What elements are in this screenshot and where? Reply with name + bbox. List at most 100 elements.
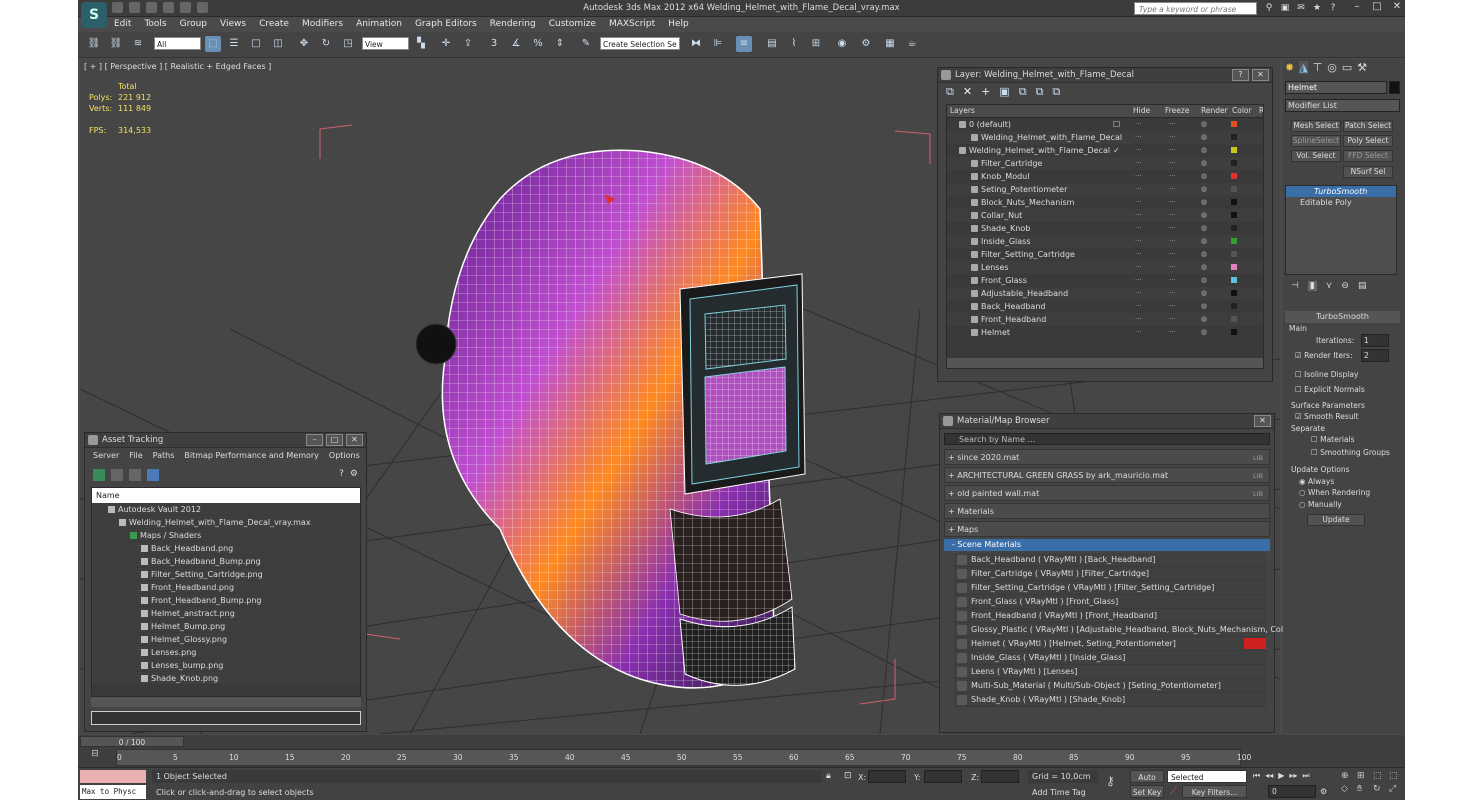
layer-hide-toggle[interactable]: ··· — [1135, 300, 1142, 313]
add-to-layer-icon[interactable]: + — [981, 85, 990, 99]
curve-editor-icon[interactable]: ⌇ — [786, 36, 802, 52]
layer-color-swatch[interactable] — [1231, 251, 1237, 257]
z-coord-field[interactable] — [981, 770, 1019, 783]
layer-row[interactable]: Front_Headband ··· ··· ◍ — [947, 313, 1263, 326]
material-row[interactable]: Front_Headband ( VRayMtl ) [Front_Headba… — [954, 609, 1266, 623]
layer-col-color[interactable]: Color — [1232, 106, 1252, 115]
material-row[interactable]: Multi-Sub_Material ( Multi/Sub-Object ) … — [954, 679, 1266, 693]
link-icon[interactable]: ⛓ — [86, 36, 102, 52]
select-objects-icon[interactable]: ▣ — [999, 85, 1009, 99]
favorites-icon[interactable]: ★ — [1311, 2, 1323, 14]
layer-row[interactable]: Knob_Modul ··· ··· ◍ — [947, 170, 1263, 183]
layer-render-toggle[interactable]: ◍ — [1201, 131, 1207, 144]
menu-tools[interactable]: Tools — [144, 17, 166, 31]
add-time-tag[interactable]: Add Time Tag — [1018, 786, 1098, 799]
material-search-input[interactable]: Search by Name ... — [944, 433, 1270, 445]
search-input[interactable]: Type a keyword or phrase — [1134, 2, 1257, 15]
bind-spacewarp-icon[interactable]: ≋ — [130, 36, 146, 52]
manually-radio[interactable]: ○ Manually — [1299, 500, 1342, 509]
vault-icon[interactable] — [93, 469, 105, 481]
asset-row[interactable]: Front_Headband_Bump.png — [92, 594, 360, 607]
layer-render-toggle[interactable]: ◍ — [1201, 196, 1207, 209]
lock-selection-icon[interactable]: 🔒︎ — [826, 771, 831, 781]
keyboard-shortcut-icon[interactable]: ⇪ — [460, 36, 476, 52]
menu-customize[interactable]: Customize — [549, 17, 596, 31]
layer-render-toggle[interactable]: ◍ — [1201, 183, 1207, 196]
material-row[interactable]: Filter_Setting_Cartridge ( VRayMtl ) [Fi… — [954, 581, 1266, 595]
scale-icon[interactable]: ◳ — [340, 36, 356, 52]
close-button[interactable]: ✕ — [1391, 1, 1403, 12]
layer-row[interactable]: Welding_Helmet_with_Flame_Decal ··· ··· ◍ ✓ — [947, 144, 1263, 157]
object-name-field[interactable]: Helmet — [1285, 81, 1387, 94]
layer-render-toggle[interactable]: ◍ — [1201, 209, 1207, 222]
make-unique-icon[interactable]: ⋎ — [1326, 281, 1333, 291]
asset-row[interactable]: Autodesk Vault 2012 — [92, 503, 360, 516]
always-radio[interactable]: ◉ Always — [1299, 477, 1334, 486]
asset-hscrollbar[interactable] — [91, 697, 361, 707]
freeze-all-icon[interactable]: ⧉ — [1052, 85, 1060, 99]
render-iters-spinner[interactable]: 2 — [1361, 349, 1389, 362]
asset-name-header[interactable]: Name — [92, 488, 360, 503]
layer-freeze-toggle[interactable]: ··· — [1169, 196, 1176, 209]
orbit-icon[interactable]: ↻ — [1373, 784, 1386, 794]
layer-row[interactable]: Block_Nuts_Mechanism ··· ··· ◍ — [947, 196, 1263, 209]
scene-materials-header[interactable]: - Scene Materials — [944, 539, 1270, 551]
asset-row[interactable]: Maps / Shaders — [92, 529, 360, 542]
zoom-icon[interactable]: ⊕ — [1341, 771, 1354, 781]
spline-select-button[interactable]: SplineSelect — [1291, 135, 1341, 147]
layer-current-toggle[interactable]: ☐ — [1113, 118, 1120, 131]
pivot-center-icon[interactable]: ▚ — [413, 36, 429, 52]
subscription-icon[interactable]: ▣ — [1279, 2, 1291, 14]
maximize-viewport-icon[interactable]: ⤢ — [1389, 784, 1402, 794]
viewport-label[interactable]: [ + ] [ Perspective ] [ Realistic + Edge… — [84, 62, 271, 71]
pan-icon[interactable]: ✋︎ — [1357, 784, 1370, 794]
time-config-icon[interactable]: ⚙ — [1320, 787, 1327, 796]
layer-hide-toggle[interactable]: ··· — [1135, 144, 1142, 157]
create-tab-icon[interactable]: ✸ — [1285, 61, 1294, 74]
material-row[interactable]: Helmet ( VRayMtl ) [Helmet, Seting_Poten… — [954, 637, 1266, 651]
asset-row[interactable]: Helmet_Glossy.png — [92, 633, 360, 646]
current-frame-field[interactable]: 0 — [1268, 785, 1316, 798]
delete-layer-icon[interactable]: ✕ — [963, 85, 972, 99]
layer-render-toggle[interactable]: ◍ — [1201, 274, 1207, 287]
update-button[interactable]: Update — [1307, 514, 1365, 526]
material-row[interactable]: Front_Glass ( VRayMtl ) [Front_Glass] — [954, 595, 1266, 609]
layer-hide-toggle[interactable]: ··· — [1135, 157, 1142, 170]
layer-color-swatch[interactable] — [1231, 134, 1237, 140]
layer-freeze-toggle[interactable]: ··· — [1169, 261, 1176, 274]
y-coord-field[interactable] — [924, 770, 962, 783]
asset-maximize-button[interactable]: □ — [326, 434, 343, 446]
asset-row[interactable]: Front_Headband.png — [92, 581, 360, 594]
menu-rendering[interactable]: Rendering — [490, 17, 536, 31]
layer-row[interactable]: Filter_Setting_Cartridge ··· ··· ◍ — [947, 248, 1263, 261]
graphite-tools-icon[interactable]: ▤ — [764, 36, 780, 52]
when-rendering-radio[interactable]: ○ When Rendering — [1299, 488, 1370, 497]
key-filters-button[interactable]: Key Filters... — [1182, 785, 1247, 798]
asset-row[interactable]: Lenses.png — [92, 646, 360, 659]
layer-hide-toggle[interactable]: ··· — [1135, 313, 1142, 326]
timeline-track[interactable]: 0 5 10 15 20 25 30 35 40 45 50 55 60 65 70 75 80 85 90 95 10… — [116, 749, 1251, 766]
layer-color-swatch[interactable] — [1231, 121, 1237, 127]
layer-color-swatch[interactable] — [1231, 212, 1237, 218]
menu-group[interactable]: Group — [180, 17, 207, 31]
maxscript-mini-listener[interactable]: Max to Physc — [80, 785, 146, 799]
asset-row[interactable]: Shade_Knob.png — [92, 672, 360, 685]
layer-freeze-toggle[interactable]: ··· — [1169, 131, 1176, 144]
select-object-icon[interactable]: ⬚ — [205, 36, 221, 52]
selection-filter-dropdown[interactable]: All — [154, 37, 201, 50]
layer-freeze-toggle[interactable]: ··· — [1169, 183, 1176, 196]
layer-color-swatch[interactable] — [1231, 277, 1237, 283]
snaps-toggle-icon[interactable]: 3 — [486, 36, 502, 52]
layer-hide-toggle[interactable]: ··· — [1135, 170, 1142, 183]
layer-hide-toggle[interactable]: ··· — [1135, 261, 1142, 274]
open-file-icon[interactable] — [129, 2, 140, 13]
save-file-icon[interactable] — [146, 2, 157, 13]
layer-row[interactable]: Filter_Cartridge ··· ··· ◍ — [947, 157, 1263, 170]
maxscript-listener-pink[interactable] — [80, 770, 146, 783]
layer-row[interactable]: Back_Headband ··· ··· ◍ — [947, 300, 1263, 313]
layer-row[interactable]: Front_Glass ··· ··· ◍ — [947, 274, 1263, 287]
material-library-row[interactable]: + old painted wall.mat LIB — [944, 485, 1270, 501]
smoothing-groups-checkbox[interactable]: ☐ Smoothing Groups — [1311, 448, 1390, 457]
asset-menu-server[interactable]: Server — [93, 451, 119, 460]
isoline-checkbox[interactable]: ☐ Isoline Display — [1295, 370, 1358, 379]
